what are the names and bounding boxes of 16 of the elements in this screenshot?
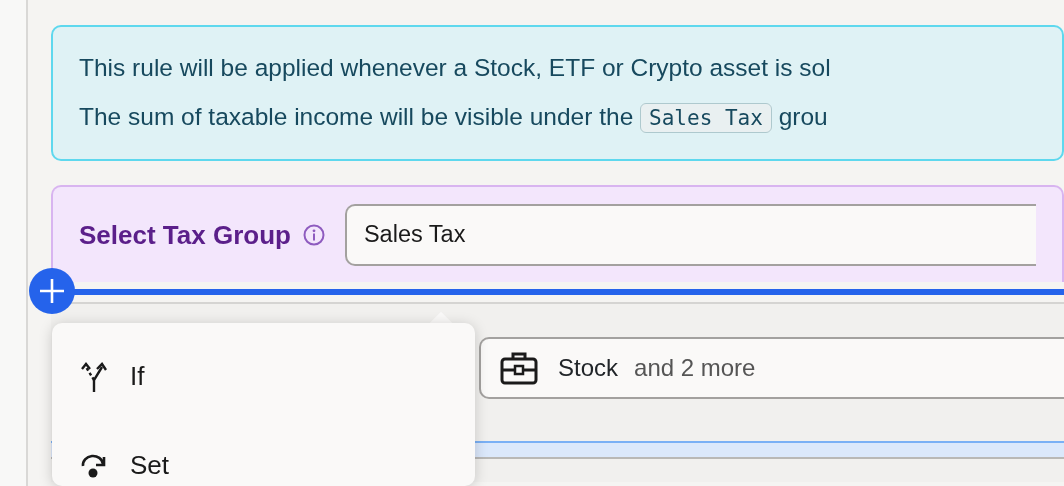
info-text: The sum of taxable income will be visible under the <box>79 103 634 130</box>
add-button[interactable] <box>29 268 75 314</box>
info-text: grou <box>778 103 828 130</box>
more-count: and 2 more <box>634 353 756 383</box>
asset-value: Stock <box>558 353 619 383</box>
menu-item[interactable]: Set <box>52 432 475 486</box>
info-icon[interactable] <box>302 224 325 246</box>
plus-icon <box>39 278 65 304</box>
code-tag: Sales Tax <box>640 103 772 133</box>
tax-group-label: Select Tax Group <box>79 218 291 252</box>
menu-item[interactable]: If <box>52 343 475 410</box>
tax-group-select[interactable]: Sales Tax <box>344 204 1036 266</box>
briefcase-icon <box>500 351 538 385</box>
asset-select[interactable]: Stock and 2 more <box>479 337 1064 399</box>
branch-icon <box>80 360 108 393</box>
info-text: This rule will be applied whenever a Stock, ETF or Crypto asset is sol <box>79 53 832 83</box>
